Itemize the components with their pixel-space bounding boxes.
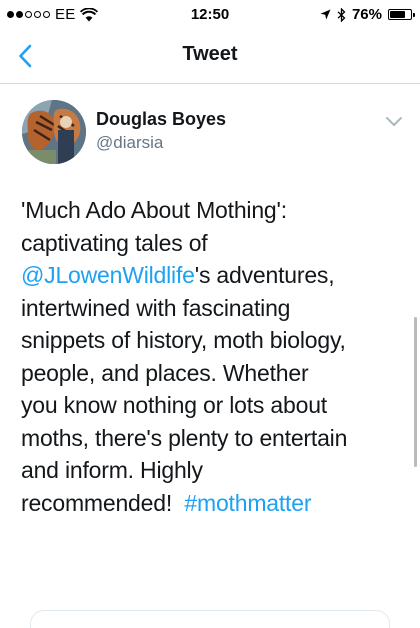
mention-link[interactable]: @JLowenWildlife [21,262,195,288]
tweet-line: people, and places. Whether [21,357,401,390]
tweet-text-segment: people, and places. Whether [21,359,309,386]
tweet-line: 'Much Ado About Mothing': [21,194,401,227]
tweet-text-segment: snippets of history, moth biology, [21,327,346,353]
tweet-card-partial [30,610,390,628]
battery-icon [388,9,415,20]
status-bar-right: 76% [320,6,415,23]
profile-photo-image [22,100,86,164]
tweet-line: moths, there's plenty to entertain [21,422,401,455]
tweet-line: you know nothing or lots about [21,389,401,422]
tweet-line: intertwined with fascinating [21,292,401,325]
author-name[interactable]: Douglas Boyes [96,109,226,130]
tweet-text-segment: and inform. Highly [21,457,203,483]
tweet-text-segment: intertwined with fascinating [21,294,291,321]
tweet-text-segment: 'Much Ado About Mothing': [21,197,287,223]
hashtag-link[interactable]: #mothmatter [184,490,311,516]
battery-level-fill [390,11,406,18]
tweet-line: captivating tales of [21,227,401,260]
tweet-line: and inform. Highly [21,454,401,487]
page-title: Tweet [182,43,238,65]
avatar[interactable] [22,100,86,164]
tweet-text: 'Much Ado About Mothing': captivating ta… [21,194,401,519]
bluetooth-icon [337,7,346,22]
chevron-down-icon[interactable] [384,114,404,128]
location-arrow-icon [320,9,331,20]
scroll-indicator[interactable] [414,317,417,467]
tweet-text-segment: recommended! [21,489,185,516]
navigation-bar: Tweet [0,30,420,84]
tweet-line: recommended! #mothmatter [21,487,401,520]
tweet-text-segment: you know nothing or lots about [21,392,327,418]
battery-percentage: 76% [351,6,382,23]
tweet-line: snippets of history, moth biology, [21,324,401,357]
status-bar: EE 12:50 76% [0,0,420,30]
tweet-text-segment: captivating tales of [21,229,208,256]
tweet-line: @JLowenWildlife's adventures, [21,259,401,292]
tweet-text-segment: 's adventures, [194,262,335,288]
tweet-text-segment: moths, there's plenty to entertain [21,424,348,451]
tweet: Douglas Boyes @diarsia 'Much Ado About M… [0,84,420,628]
tweet-detail-screen: EE 12:50 76% Tweet Douglas Boyes @diarsi… [0,0,420,628]
author-handle[interactable]: @diarsia [96,133,163,153]
